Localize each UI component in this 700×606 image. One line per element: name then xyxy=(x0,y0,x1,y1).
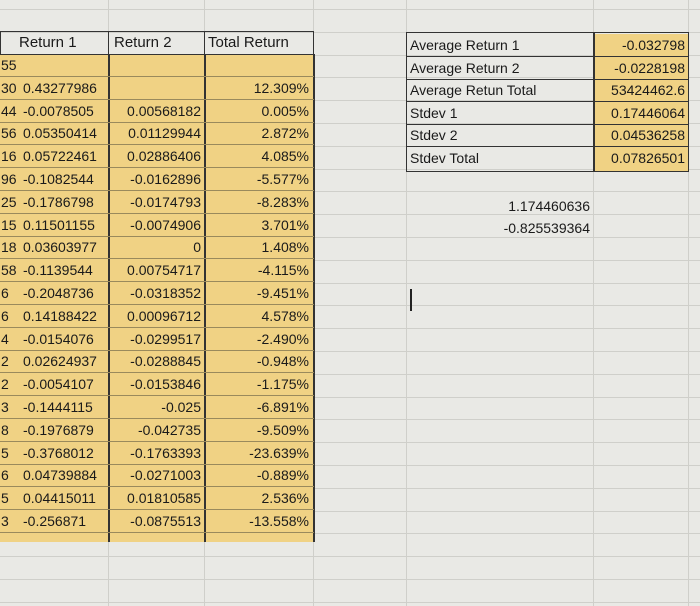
return1-cell[interactable]: 0.03603977 xyxy=(20,236,106,258)
return1-cell[interactable]: 0.05350414 xyxy=(20,122,106,144)
grid-row-line xyxy=(0,579,700,580)
return2-cell[interactable]: -0.0288845 xyxy=(106,350,204,372)
border-col-c xyxy=(313,54,315,542)
stat-value[interactable]: -0.0228198 xyxy=(594,57,688,79)
return2-cell[interactable] xyxy=(106,77,204,99)
return2-cell[interactable]: 0 xyxy=(106,236,204,258)
return1-cell[interactable]: -0.1786798 xyxy=(20,191,106,213)
return1-cell[interactable] xyxy=(20,54,106,76)
return1-cell[interactable]: -0.256871 xyxy=(20,510,106,532)
return1-cell[interactable]: -0.0154076 xyxy=(20,328,106,350)
total-return-cell[interactable]: -6.891% xyxy=(205,396,312,418)
stat-value[interactable]: 0.17446064 xyxy=(594,102,688,124)
return1-cell[interactable]: 0.04415011 xyxy=(20,487,106,509)
row-border xyxy=(0,532,314,533)
return2-cell[interactable]: -0.0162896 xyxy=(106,168,204,190)
return2-cell[interactable]: 0.02886406 xyxy=(106,145,204,167)
stat-label[interactable]: Stdev 1 xyxy=(407,102,593,124)
total-return-cell[interactable]: -5.577% xyxy=(205,168,312,190)
grid-row-line xyxy=(0,602,700,603)
return2-cell[interactable]: -0.0153846 xyxy=(106,373,204,395)
total-return-cell[interactable]: -8.283% xyxy=(205,191,312,213)
return1-cell[interactable]: -0.1082544 xyxy=(20,168,106,190)
total-return-cell[interactable]: -0.889% xyxy=(205,464,312,486)
return2-cell[interactable]: 0.01810585 xyxy=(106,487,204,509)
return2-cell[interactable]: -0.042735 xyxy=(106,419,204,441)
total-return-cell[interactable]: 3.701% xyxy=(205,214,312,236)
total-return-cell[interactable]: -13.558% xyxy=(205,510,312,532)
return1-cell[interactable]: -0.1444115 xyxy=(20,396,106,418)
return1-cell[interactable]: -0.3768012 xyxy=(20,442,106,464)
extra-value-1[interactable]: 1.174460636 xyxy=(405,195,593,217)
stat-label[interactable]: Average Retun Total xyxy=(407,79,593,101)
return2-cell[interactable]: 0.00754717 xyxy=(106,259,204,281)
total-return-cell[interactable]: -2.490% xyxy=(205,328,312,350)
return1-cell[interactable]: -0.0078505 xyxy=(20,100,106,122)
stat-label[interactable]: Average Return 1 xyxy=(407,34,593,56)
spreadsheet-grid[interactable]: Return 1 Return 2 Total Return 55 30 0.432… xyxy=(0,0,700,606)
total-return-cell[interactable]: -0.948% xyxy=(205,350,312,372)
extra-value-2[interactable]: -0.825539364 xyxy=(405,217,593,239)
return2-cell[interactable]: -0.0174793 xyxy=(106,191,204,213)
total-return-cell[interactable]: -9.509% xyxy=(205,419,312,441)
stat-value[interactable]: 0.04536258 xyxy=(594,124,688,146)
stat-label[interactable]: Average Return 2 xyxy=(407,57,593,79)
return2-cell[interactable]: 0.00096712 xyxy=(106,305,204,327)
total-return-cell[interactable]: 2.536% xyxy=(205,487,312,509)
return2-cell[interactable]: 0.01129944 xyxy=(106,122,204,144)
stat-value[interactable]: 53424462.6 xyxy=(594,79,688,101)
return1-cell[interactable]: -0.1139544 xyxy=(20,259,106,281)
return1-cell[interactable]: -0.0054107 xyxy=(20,373,106,395)
return1-cell[interactable]: 0.05722461 xyxy=(20,145,106,167)
return1-cell[interactable]: 0.43277986 xyxy=(20,77,106,99)
stat-label[interactable]: Stdev 2 xyxy=(407,124,593,146)
return1-cell[interactable]: -0.1976879 xyxy=(20,419,106,441)
return1-cell[interactable]: 0.11501155 xyxy=(20,214,106,236)
total-return-cell[interactable]: 0.005% xyxy=(205,100,312,122)
return2-cell[interactable]: -0.1763393 xyxy=(106,442,204,464)
return1-cell[interactable]: -0.2048736 xyxy=(20,282,106,304)
header-return2[interactable]: Return 2 xyxy=(111,32,203,54)
total-return-cell[interactable]: -23.639% xyxy=(205,442,312,464)
stat-value[interactable]: 0.07826501 xyxy=(594,147,688,169)
stat-value[interactable]: -0.032798 xyxy=(594,34,688,56)
total-return-cell[interactable]: -9.451% xyxy=(205,282,312,304)
return1-cell[interactable]: 0.04739884 xyxy=(20,464,106,486)
total-return-cell[interactable]: 2.872% xyxy=(205,122,312,144)
return2-cell[interactable]: -0.0074906 xyxy=(106,214,204,236)
grid-row-line xyxy=(0,556,700,557)
total-return-cell[interactable]: 1.408% xyxy=(205,236,312,258)
return2-cell[interactable]: 0.00568182 xyxy=(106,100,204,122)
return1-cell[interactable]: 0.14188422 xyxy=(20,305,106,327)
header-total-return[interactable]: Total Return xyxy=(205,32,313,54)
return2-cell[interactable]: -0.025 xyxy=(106,396,204,418)
return2-cell[interactable]: -0.0875513 xyxy=(106,510,204,532)
total-return-cell[interactable]: -1.175% xyxy=(205,373,312,395)
stat-label[interactable]: Stdev Total xyxy=(407,147,593,169)
text-cursor xyxy=(410,289,412,311)
return1-cell[interactable]: 0.02624937 xyxy=(20,350,106,372)
total-return-cell[interactable]: 4.085% xyxy=(205,145,312,167)
total-return-cell[interactable]: -4.115% xyxy=(205,259,312,281)
return2-cell[interactable]: -0.0299517 xyxy=(106,328,204,350)
return2-cell[interactable]: -0.0318352 xyxy=(106,282,204,304)
grid-row-line xyxy=(0,9,700,10)
total-return-cell[interactable]: 4.578% xyxy=(205,305,312,327)
return2-cell[interactable]: -0.0271003 xyxy=(106,464,204,486)
return2-cell[interactable] xyxy=(106,54,204,76)
total-return-cell[interactable] xyxy=(205,54,312,76)
total-return-cell[interactable]: 12.309% xyxy=(205,77,312,99)
header-return1[interactable]: Return 1 xyxy=(16,32,108,54)
